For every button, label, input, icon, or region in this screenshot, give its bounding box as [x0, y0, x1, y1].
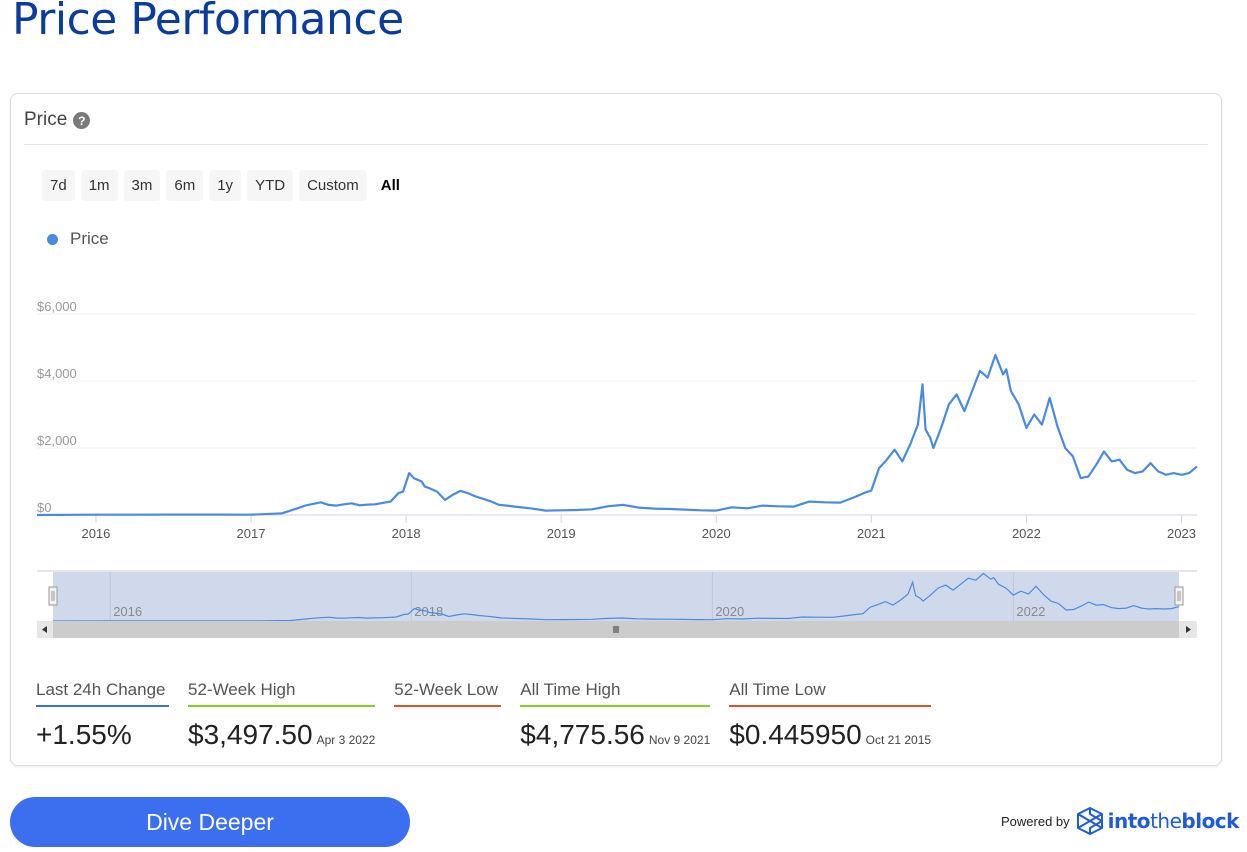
powered-by[interactable]: Powered by intotheblock [1001, 806, 1239, 836]
scroll-right-arrow-icon[interactable] [1179, 621, 1197, 638]
stat-value: $0.445950 [729, 719, 862, 750]
x-tick-label: 2022 [1012, 526, 1041, 541]
series-layer [36, 353, 1198, 517]
brand-block: block [1181, 809, 1239, 833]
stat-date: Oct 21 2015 [865, 733, 932, 747]
scroll-left-arrow-icon[interactable] [37, 621, 53, 638]
y-tick-label: $0 [37, 500, 51, 515]
x-tick-label: 2016 [81, 526, 110, 541]
stat-value: $4,775.56 [520, 719, 645, 750]
x-axis: 2016 2017 2018 2019 2020 2021 2022 2023 [37, 514, 1197, 541]
navigator-tick-label: 2016 [113, 604, 142, 619]
price-chart[interactable]: $0 $2,000 $4,000 $6,000 2016 2017 2018 2019 202… [0, 0, 1247, 660]
brand-name: intotheblock [1107, 809, 1240, 833]
x-tick-label: 2019 [547, 526, 576, 541]
stat-last-24h-change: Last 24h Change +1.55% [36, 680, 169, 751]
scrollbar[interactable] [37, 621, 1197, 638]
stat-date: Apr 3 2022 [316, 733, 376, 747]
navigator-tick-label: 2020 [715, 604, 744, 619]
stat-all-time-high: All Time High $4,775.56 Nov 9 2021 [520, 680, 711, 751]
stat-date: Nov 9 2021 [648, 733, 711, 747]
stats-row: Last 24h Change +1.55% 52-Week High $3,4… [36, 680, 950, 751]
stat-label: All Time Low [729, 680, 932, 707]
x-tick-label: 2020 [702, 526, 731, 541]
navigator-tick-label: 2022 [1016, 604, 1045, 619]
intotheblock-logo-icon [1076, 807, 1103, 835]
brand-the: the [1150, 809, 1182, 833]
navigator-right-handle[interactable] [1174, 586, 1184, 606]
navigator-tick-label: 2018 [414, 604, 443, 619]
stat-label: 52-Week High [188, 680, 375, 707]
stat-52-week-high: 52-Week High $3,497.50 Apr 3 2022 [188, 680, 375, 751]
y-tick-label: $6,000 [37, 299, 77, 314]
x-tick-label: 2017 [237, 526, 266, 541]
price-series-line[interactable] [36, 353, 1198, 517]
navigator[interactable]: 2016 2018 2020 2022 [37, 570, 1197, 638]
y-tick-label: $4,000 [37, 366, 77, 381]
stat-label: Last 24h Change [36, 680, 169, 707]
x-tick-label: 2021 [857, 526, 886, 541]
stat-label: 52-Week Low [394, 680, 502, 707]
y-axis: $0 $2,000 $4,000 $6,000 [37, 299, 77, 515]
navigator-left-handle[interactable] [48, 586, 58, 606]
x-tick-label: 2018 [392, 526, 421, 541]
dive-deeper-button[interactable]: Dive Deeper [10, 797, 410, 847]
y-tick-label: $2,000 [37, 433, 77, 448]
grid-lines [37, 313, 1197, 449]
stat-label: All Time High [520, 680, 711, 707]
x-tick-label: 2023 [1167, 526, 1196, 541]
stat-all-time-low: All Time Low $0.445950 Oct 21 2015 [729, 680, 932, 751]
stat-value: $3,497.50 [188, 719, 313, 750]
stat-value: +1.55% [36, 719, 132, 750]
stat-52-week-low: 52-Week Low [394, 680, 502, 751]
navigator-selection[interactable] [53, 572, 1179, 621]
brand-into: into [1107, 809, 1151, 833]
powered-by-label: Powered by [1001, 813, 1070, 829]
